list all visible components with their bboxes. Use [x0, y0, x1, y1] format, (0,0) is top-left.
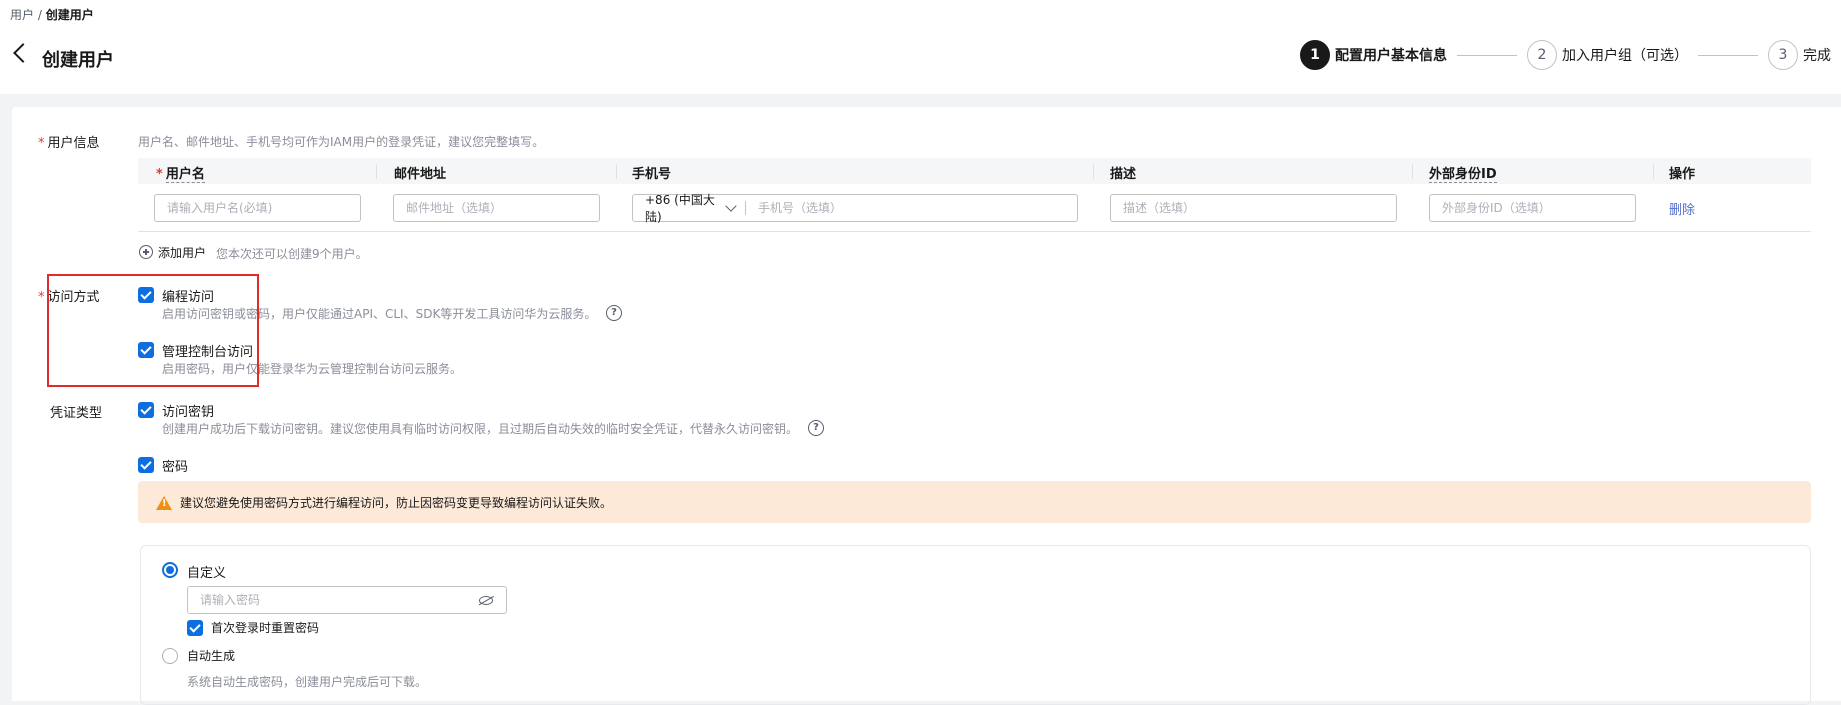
user-info-label: * 用户信息 — [38, 136, 100, 151]
external-id-input[interactable] — [1429, 194, 1636, 222]
breadcrumb-separator: / — [34, 8, 46, 22]
col-email: 邮件地址 — [394, 167, 447, 182]
email-input[interactable] — [393, 194, 600, 222]
warning-text: 建议您避免使用密码方式进行编程访问，防止因密码变更导致编程访问认证失败。 — [180, 496, 613, 510]
step-1: 1 配置用户基本信息 — [1300, 40, 1447, 70]
col-phone: 手机号 — [632, 167, 672, 182]
reset-on-login-checkbox[interactable] — [187, 620, 203, 636]
row-divider — [138, 231, 1811, 232]
highlight-box — [47, 274, 259, 387]
description-input[interactable] — [1110, 194, 1397, 222]
custom-password-radio[interactable] — [162, 562, 178, 578]
required-mark: * — [38, 136, 45, 151]
username-input[interactable] — [154, 194, 361, 222]
column-divider — [616, 164, 617, 179]
user-info-hint: 用户名、邮件地址、手机号均可作为IAM用户的登录凭证，建议您完整填写。 — [138, 135, 545, 149]
step-3-number: 3 — [1768, 40, 1798, 70]
country-code-select[interactable]: +86 (中国大陆) — [633, 191, 745, 225]
add-user-hint: 您本次还可以创建9个用户。 — [216, 247, 368, 261]
step-2: 2 加入用户组（可选） — [1527, 40, 1688, 70]
column-divider — [1093, 164, 1094, 179]
reset-on-login-label: 首次登录时重置密码 — [211, 621, 320, 635]
auto-generate-label: 自动生成 — [187, 649, 236, 663]
access-key-desc: 创建用户成功后下载访问密钥。建议您使用具有临时访问权限，且过期后自动失效的临时安… — [162, 422, 799, 436]
step-connector — [1457, 54, 1517, 56]
custom-password-label: 自定义 — [187, 566, 227, 581]
password-input[interactable] — [187, 586, 507, 614]
access-key-label: 访问密钥 — [162, 405, 215, 420]
step-2-label: 加入用户组（可选） — [1562, 48, 1688, 64]
password-label: 密码 — [162, 460, 189, 475]
country-code-value: +86 (中国大陆) — [645, 193, 715, 224]
add-user-label: 添加用户 — [158, 245, 207, 260]
phone-field: +86 (中国大陆) — [632, 191, 1078, 225]
page-title: 创建用户 — [42, 50, 114, 71]
add-circle-icon — [139, 245, 153, 259]
step-connector — [1698, 54, 1758, 56]
warning-icon: ! — [156, 496, 172, 510]
credential-type-label: 凭证类型 — [50, 406, 103, 421]
breadcrumb: 用户 / 创建用户 — [10, 6, 94, 23]
breadcrumb-current: 创建用户 — [45, 8, 94, 22]
phone-input[interactable] — [746, 201, 1077, 215]
user-table-header: * 用户名 邮件地址 手机号 描述 外部身份ID 操作 — [138, 158, 1811, 184]
password-checkbox[interactable] — [138, 457, 154, 473]
step-2-number: 2 — [1527, 40, 1557, 70]
step-indicator: 1 配置用户基本信息 2 加入用户组（可选） 3 完成 — [1300, 39, 1831, 71]
add-user-button[interactable]: 添加用户 — [139, 244, 206, 260]
column-divider — [1412, 164, 1413, 179]
step-1-number: 1 — [1300, 40, 1330, 70]
delete-row-link[interactable]: 删除 — [1669, 199, 1695, 218]
step-3: 3 完成 — [1768, 40, 1831, 70]
col-external-id: 外部身份ID — [1429, 163, 1497, 183]
required-mark: * — [38, 290, 45, 305]
col-action: 操作 — [1669, 167, 1696, 182]
back-arrow-icon[interactable] — [13, 43, 33, 63]
col-description: 描述 — [1110, 167, 1137, 182]
access-key-checkbox[interactable] — [138, 402, 154, 418]
col-username: * 用户名 — [156, 167, 205, 183]
auto-generate-desc: 系统自动生成密码，创建用户完成后可下载。 — [187, 675, 428, 689]
breadcrumb-users-link[interactable]: 用户 — [10, 8, 34, 22]
column-divider — [376, 164, 377, 179]
warning-banner: ! 建议您避免使用密码方式进行编程访问，防止因密码变更导致编程访问认证失败。 — [138, 481, 1811, 523]
auto-generate-radio[interactable] — [162, 648, 178, 664]
help-icon[interactable]: ? — [808, 420, 824, 436]
eye-off-icon[interactable] — [479, 596, 493, 605]
step-1-label: 配置用户基本信息 — [1335, 48, 1447, 64]
required-mark: * — [156, 167, 163, 182]
page-header: 用户 / 创建用户 创建用户 1 配置用户基本信息 2 加入用户组（可选） 3 … — [0, 0, 1841, 94]
help-icon[interactable]: ? — [606, 305, 622, 321]
column-divider — [1653, 164, 1654, 179]
step-3-label: 完成 — [1803, 48, 1831, 64]
